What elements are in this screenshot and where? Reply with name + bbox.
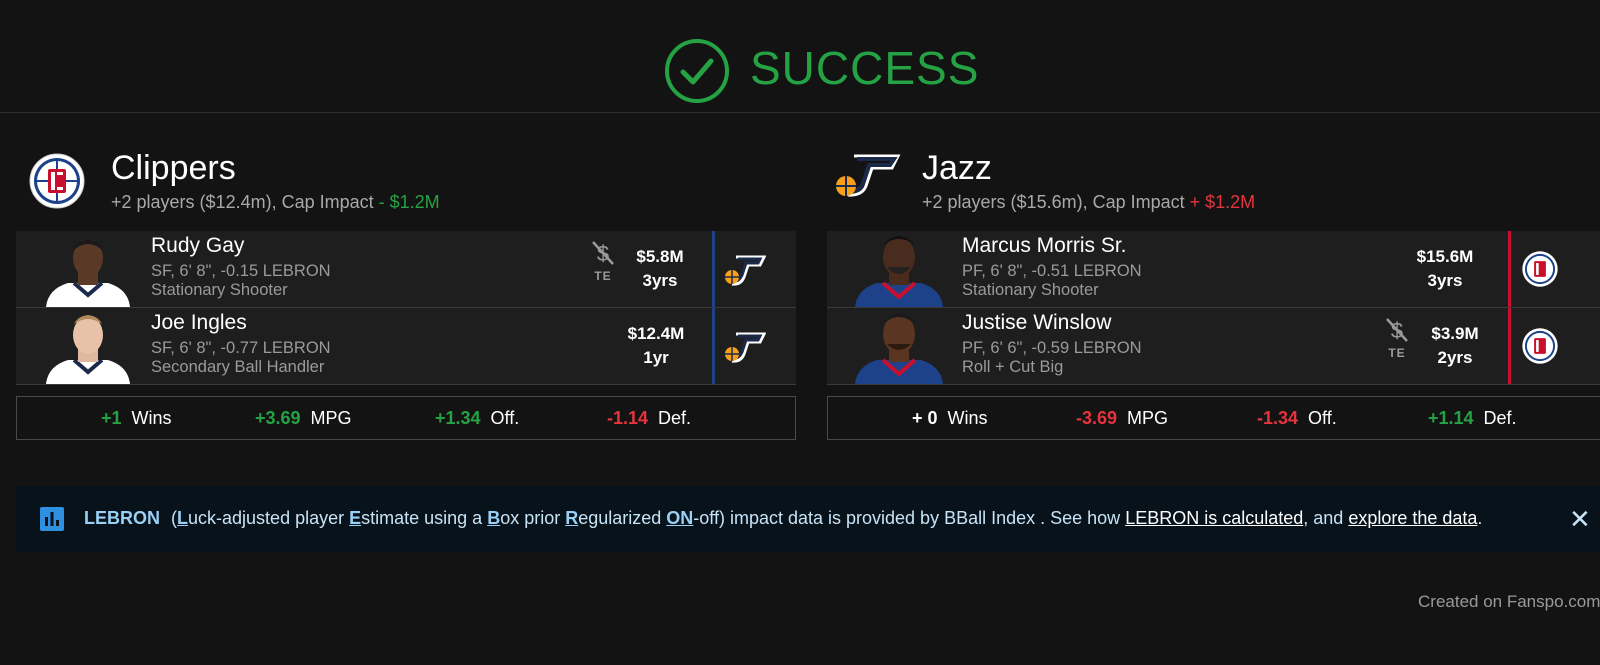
close-icon[interactable]: ✕ xyxy=(1569,504,1591,535)
player-photo xyxy=(855,313,943,384)
contract-info: $5.8M 3yrs xyxy=(636,247,684,290)
info-text: LEBRON (Luck-adjusted player Estimate us… xyxy=(84,508,1483,528)
incoming-players-list: Marcus Morris Sr. PF, 6' 8", -0.51 LEBRO… xyxy=(827,231,1600,385)
player-name[interactable]: Marcus Morris Sr. xyxy=(962,234,1127,258)
trade-exception-indicator: $ TE xyxy=(1382,316,1412,360)
origin-team-bar xyxy=(712,231,715,307)
player-details: SF, 6' 8", -0.77 LEBRON Secondary Ball Ha… xyxy=(151,339,331,376)
player-details: SF, 6' 8", -0.15 LEBRON Stationary Shoote… xyxy=(151,262,331,299)
lebron-calculated-link[interactable]: LEBRON is calculated xyxy=(1125,508,1303,528)
explore-data-link[interactable]: explore the data xyxy=(1348,508,1477,528)
stat-mpg: -3.69 MPG xyxy=(1076,408,1169,428)
trade-exception-indicator: $ TE xyxy=(588,239,618,283)
check-circle-icon xyxy=(665,39,729,103)
cap-impact: + $1.2M xyxy=(1189,192,1256,212)
jazz-logo xyxy=(725,332,766,363)
player-name[interactable]: Rudy Gay xyxy=(151,234,244,258)
team-name: Clippers xyxy=(111,149,236,187)
no-money-icon: $ xyxy=(592,241,614,266)
player-photo xyxy=(46,315,130,384)
no-money-icon: $ xyxy=(1386,318,1408,343)
origin-team-bar xyxy=(1508,308,1511,384)
player-name[interactable]: Joe Ingles xyxy=(151,311,247,335)
player-photo xyxy=(46,239,130,307)
clippers-logo xyxy=(29,153,85,209)
team-summary: +2 players ($15.6m), Cap Impact + $1.2M xyxy=(922,192,1256,212)
status-title: SUCCESS xyxy=(750,42,980,94)
stat-off: -1.34 Off. xyxy=(1257,408,1337,428)
stat-wins: +1 Wins xyxy=(101,408,172,428)
player-row[interactable]: Justise Winslow PF, 6' 6", -0.59 LEBRON R… xyxy=(827,308,1600,385)
team-summary: +2 players ($12.4m), Cap Impact - $1.2M xyxy=(111,192,440,212)
trade-result-header: SUCCESS xyxy=(0,0,1600,113)
bar-chart-icon xyxy=(40,507,64,531)
stat-off: +1.34 Off. xyxy=(435,408,520,428)
team-name: Jazz xyxy=(922,149,992,187)
footer-credit: Created on Fanspo.com xyxy=(1418,592,1600,611)
incoming-players-list: Rudy Gay SF, 6' 8", -0.15 LEBRON Stationa… xyxy=(16,231,796,385)
stat-def: -1.14 Def. xyxy=(607,408,692,428)
player-details: PF, 6' 8", -0.51 LEBRON Stationary Shoote… xyxy=(962,262,1142,299)
player-photo xyxy=(855,236,943,307)
player-row[interactable]: Joe Ingles SF, 6' 8", -0.77 LEBRON Second… xyxy=(16,308,796,385)
cap-impact: - $1.2M xyxy=(378,192,440,212)
jazz-logo xyxy=(725,255,766,286)
stat-def: +1.14 Def. xyxy=(1428,408,1517,428)
impact-stats: +1 Wins +3.69 MPG +1.34 Off. -1.14 Def. xyxy=(16,396,796,440)
clippers-logo xyxy=(1522,251,1558,287)
player-row[interactable]: Rudy Gay SF, 6' 8", -0.15 LEBRON Stationa… xyxy=(16,231,796,308)
player-row[interactable]: Marcus Morris Sr. PF, 6' 8", -0.51 LEBRO… xyxy=(827,231,1600,308)
stat-wins: + 0 Wins xyxy=(912,408,988,428)
player-name[interactable]: Justise Winslow xyxy=(962,311,1111,335)
clippers-logo xyxy=(1522,328,1558,364)
origin-team-bar xyxy=(712,308,715,384)
stat-mpg: +3.69 MPG xyxy=(255,408,352,428)
contract-info: $15.6M 3yrs xyxy=(1416,247,1474,290)
contract-info: $3.9M 2yrs xyxy=(1431,324,1479,367)
impact-stats: + 0 Wins -3.69 MPG -1.34 Off. +1.14 Def. xyxy=(827,396,1600,440)
jazz-logo xyxy=(836,154,901,197)
origin-team-bar xyxy=(1508,231,1511,307)
player-details: PF, 6' 6", -0.59 LEBRON Roll + Cut Big xyxy=(962,339,1142,376)
lebron-info-banner: LEBRON (Luck-adjusted player Estimate us… xyxy=(16,486,1600,552)
contract-info: $12.4M 1yr xyxy=(627,324,685,367)
